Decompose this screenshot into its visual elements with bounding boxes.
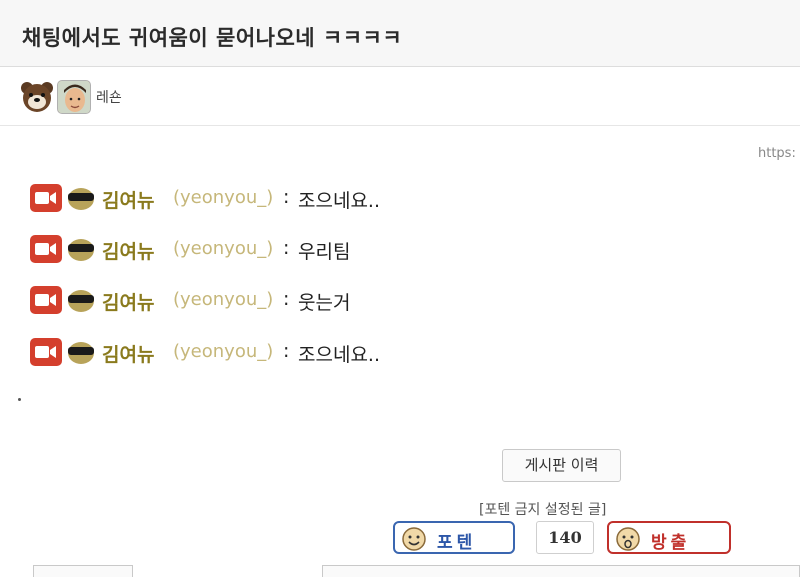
chat-separator: : [283,237,290,259]
sad-face-icon [616,527,640,551]
board-history-button[interactable]: 게시판 이력 [502,449,621,482]
chat-user-id[interactable]: (yeonyou_) [173,289,273,310]
chat-message: 조으네요.. [298,190,380,212]
face-avatar-icon[interactable] [57,80,91,114]
chat-nickname[interactable]: 김여뉴 [102,237,154,264]
sunglasses-icon [66,236,96,262]
stray-dot [18,398,21,401]
chat-nickname[interactable]: 김여뉴 [102,186,154,213]
vote-count: 140 [536,521,594,554]
chat-message: 조으네요.. [298,344,380,366]
bear-avatar-icon[interactable] [20,80,54,114]
chat-user-id[interactable]: (yeonyou_) [173,341,273,362]
bottom-button-fragment[interactable] [33,565,133,577]
sunglasses-icon [66,185,96,211]
sunglasses-icon [66,339,96,365]
author-name[interactable]: 레숀 [96,87,122,107]
camera-icon [30,235,62,263]
camera-icon [30,338,62,366]
chat-line: 김여뉴 (yeonyou_) : 우리팀 [30,234,550,266]
chat-separator: : [283,340,290,362]
post-title: 채팅에서도 귀여움이 묻어나오네 ㅋㅋㅋㅋ [22,26,403,50]
bottom-input-fragment[interactable] [322,565,800,577]
potential-ban-note: [포텐 금지 설정된 글] [479,502,607,518]
chat-separator: : [283,186,290,208]
chat-user-id[interactable]: (yeonyou_) [173,187,273,208]
upvote-label: 포텐 [437,533,477,553]
chat-message: 웃는거 [298,292,351,314]
chat-line: 김여뉴 (yeonyou_) : 조으네요.. [30,183,550,215]
camera-icon [30,286,62,314]
downvote-button[interactable]: 방출 [607,521,731,554]
downvote-label: 방출 [651,533,691,553]
chat-nickname[interactable]: 김여뉴 [102,288,154,315]
chat-message: 우리팀 [298,241,351,263]
chat-nickname[interactable]: 김여뉴 [102,340,154,367]
chat-user-id[interactable]: (yeonyou_) [173,238,273,259]
smile-icon [402,527,426,551]
upvote-button[interactable]: 포텐 [393,521,515,554]
post-title-bar: 채팅에서도 귀여움이 묻어나오네 ㅋㅋㅋㅋ [0,0,800,67]
chat-line: 김여뉴 (yeonyou_) : 조으네요.. [30,337,550,369]
camera-icon [30,184,62,212]
sunglasses-icon [66,287,96,313]
source-url-fragment[interactable]: https: [758,146,796,161]
chat-separator: : [283,288,290,310]
chat-line: 김여뉴 (yeonyou_) : 웃는거 [30,285,550,317]
